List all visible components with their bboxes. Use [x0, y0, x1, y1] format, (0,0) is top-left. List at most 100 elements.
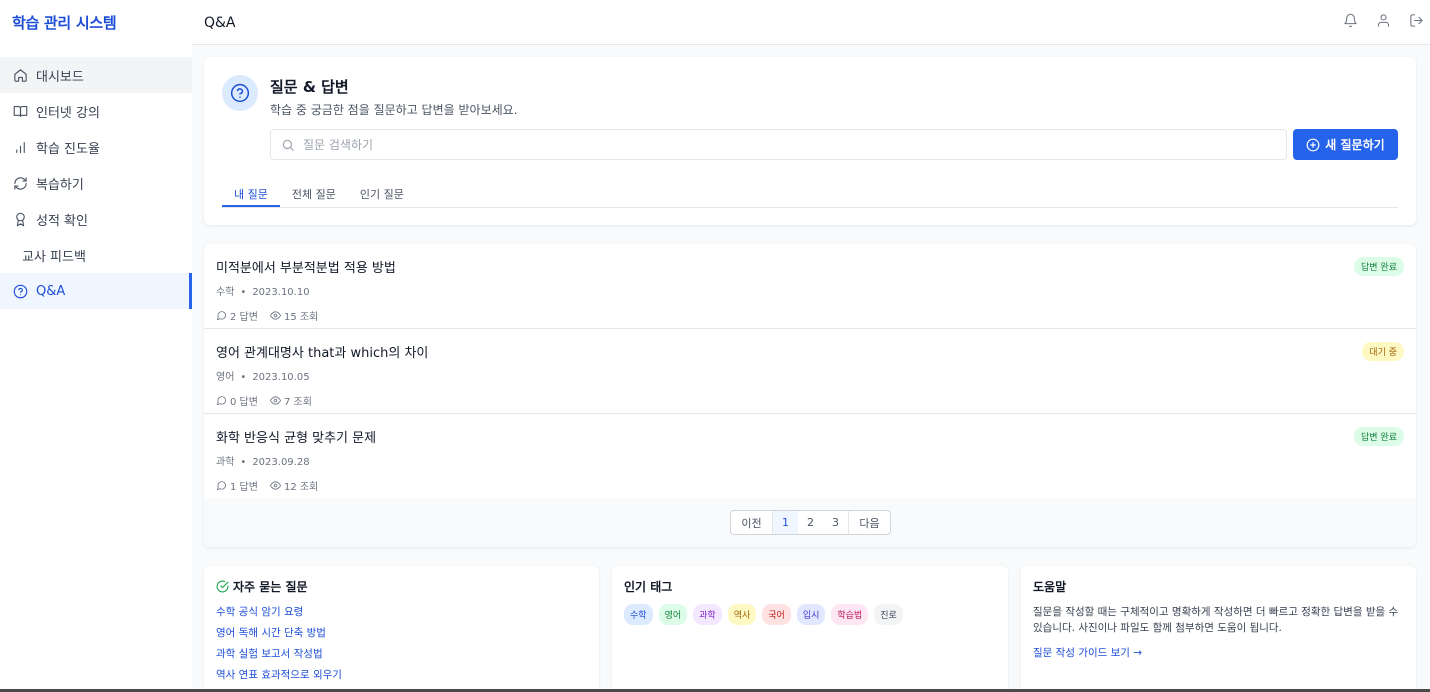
eye-icon: [269, 481, 281, 490]
tag-chip[interactable]: 영어: [658, 604, 688, 625]
bar-chart-icon: [12, 139, 28, 155]
search-box: [270, 129, 1287, 160]
logout-icon[interactable]: [1409, 13, 1424, 32]
page-button-2[interactable]: 2: [798, 511, 823, 534]
question-item[interactable]: 영어 관계대명사 that과 which의 차이 영어 • 2023.10.05 0…: [204, 329, 1416, 414]
view-count: 7 조회: [283, 397, 312, 408]
popular-tags-card: 인기 태그 수학 영어 과학 역사 국어 입시 학습법 진로: [612, 566, 1008, 692]
tag-chip[interactable]: 과학: [693, 604, 722, 625]
answer-count: 2 답변: [230, 312, 258, 323]
faq-link[interactable]: 영어 독해 시간 단축 방법: [216, 625, 342, 646]
faq-title: 자주 묻는 질문: [216, 578, 308, 595]
search-input[interactable]: [303, 137, 1203, 152]
question-date: 2023.10.10: [252, 287, 310, 298]
eye-icon: [269, 396, 281, 405]
faq-link[interactable]: 역사 연표 효과적으로 외우기: [216, 667, 342, 688]
new-question-label: 새 질문하기: [1325, 138, 1385, 152]
question-stats: 0 답변 7 조회: [216, 393, 1404, 408]
help-card: 도움말 질문을 작성할 때는 구체적이고 명확하게 작성하면 더 빠르고 정확한…: [1021, 566, 1416, 692]
section-subtitle: 학습 중 궁금한 점을 질문하고 답변을 받아보세요.: [270, 103, 518, 117]
sidebar-item-grades[interactable]: 성적 확인: [0, 201, 192, 237]
question-list: 미적분에서 부분적분법 적용 방법 수학 • 2023.10.10 2 답변 15 …: [204, 244, 1416, 547]
check-circle-icon: [216, 580, 229, 593]
sidebar-item-label: 교사 피드백: [22, 249, 86, 265]
faq-list: 수학 공식 암기 요령 영어 독해 시간 단축 방법 과학 실험 보고서 작성법…: [216, 604, 342, 688]
question-item[interactable]: 화학 반응식 균형 맞추기 문제 과학 • 2023.09.28 1 답변 12 조…: [204, 414, 1416, 499]
top-header: Q&A: [192, 0, 1430, 45]
pagination-area: 이전 1 2 3 다음: [204, 498, 1416, 547]
tab-all-questions[interactable]: 전체 질문: [280, 177, 348, 207]
faq-title-text: 자주 묻는 질문: [233, 580, 308, 594]
award-icon: [12, 211, 28, 227]
question-meta: 수학 • 2023.10.10: [216, 287, 310, 298]
status-badge: 답변 완료: [1354, 257, 1404, 276]
question-date: 2023.10.05: [252, 372, 310, 383]
tag-chip[interactable]: 수학: [624, 604, 653, 625]
answer-count: 0 답변: [230, 397, 258, 408]
question-meta: 영어 • 2023.10.05: [216, 372, 310, 383]
tag-chip[interactable]: 진로: [874, 604, 903, 625]
tab-my-questions[interactable]: 내 질문: [222, 177, 280, 207]
user-icon[interactable]: [1376, 13, 1391, 32]
question-subject: 영어: [216, 372, 235, 383]
help-circle-icon: [222, 75, 258, 111]
status-badge: 답변 완료: [1354, 427, 1404, 446]
new-question-button[interactable]: 새 질문하기: [1293, 129, 1398, 160]
comment-icon: [216, 311, 227, 321]
tag-list: 수학 영어 과학 역사 국어 입시 학습법 진로: [624, 604, 903, 625]
next-page-button[interactable]: 다음: [848, 511, 890, 534]
sidebar-item-teacher-feedback[interactable]: 교사 피드백: [0, 237, 192, 273]
sidebar-item-lectures[interactable]: 인터넷 강의: [0, 93, 192, 129]
sidebar-item-dashboard[interactable]: 대시보드: [0, 57, 192, 93]
eye-icon: [269, 311, 281, 320]
status-badge: 대기 중: [1362, 342, 1404, 361]
answer-count: 1 답변: [230, 482, 258, 493]
sidebar-item-progress[interactable]: 학습 진도율: [0, 129, 192, 165]
question-title[interactable]: 영어 관계대명사 that과 which의 차이: [216, 342, 1404, 361]
question-subject: 수학: [216, 287, 235, 298]
refresh-icon: [12, 175, 28, 191]
comment-icon: [216, 396, 227, 406]
question-item[interactable]: 미적분에서 부분적분법 적용 방법 수학 • 2023.10.10 2 답변 15 …: [204, 244, 1416, 329]
tag-chip[interactable]: 국어: [762, 604, 791, 625]
question-stats: 1 답변 12 조회: [216, 478, 1404, 493]
sidebar-nav: 대시보드 인터넷 강의 학습 진도율 복습하기 성적 확인 교사 피드백 Q&A: [0, 57, 192, 309]
view-count: 15 조회: [283, 312, 319, 323]
tag-chip[interactable]: 입시: [796, 604, 826, 625]
sidebar-item-label: 대시보드: [36, 69, 84, 85]
sidebar-item-label: 성적 확인: [36, 213, 88, 229]
book-icon: [12, 103, 28, 119]
page-button-3[interactable]: 3: [823, 511, 848, 534]
sidebar-item-label: 복습하기: [36, 177, 84, 193]
tab-popular-questions[interactable]: 인기 질문: [348, 177, 416, 207]
prev-page-button[interactable]: 이전: [731, 511, 773, 534]
question-title[interactable]: 미적분에서 부분적분법 적용 방법: [216, 257, 1404, 276]
tags-title: 인기 태그: [624, 580, 673, 594]
tag-chip[interactable]: 역사: [727, 604, 757, 625]
pagination: 이전 1 2 3 다음: [730, 510, 891, 535]
section-title: 질문 & 답변: [270, 78, 349, 96]
help-title: 도움말: [1033, 580, 1067, 594]
sidebar: 학습 관리 시스템 대시보드 인터넷 강의 학습 진도율 복습하기 성적 확인 …: [0, 0, 192, 692]
faq-link[interactable]: 과학 실험 보고서 작성법: [216, 646, 342, 667]
question-stats: 2 답변 15 조회: [216, 308, 1404, 323]
bell-icon[interactable]: [1343, 13, 1358, 32]
faq-link[interactable]: 수학 공식 암기 요령: [216, 604, 342, 625]
sidebar-item-label: 학습 진도율: [36, 141, 100, 157]
sidebar-item-review[interactable]: 복습하기: [0, 165, 192, 201]
question-title[interactable]: 화학 반응식 균형 맞추기 문제: [216, 427, 1404, 446]
guide-link[interactable]: 질문 작성 가이드 보기 →: [1033, 645, 1142, 660]
search-icon: [282, 139, 294, 151]
help-text: 질문을 작성할 때는 구체적이고 명확하게 작성하면 더 빠르고 정확한 답변을…: [1033, 606, 1399, 634]
home-icon: [12, 67, 28, 83]
app-title[interactable]: 학습 관리 시스템: [0, 0, 192, 45]
qna-hero-card: 질문 & 답변 학습 중 궁금한 점을 질문하고 답변을 받아보세요. 새 질문…: [204, 57, 1416, 225]
sidebar-item-label: Q&A: [36, 283, 66, 299]
help-circle-icon: [12, 283, 28, 299]
tag-chip[interactable]: 학습법: [831, 604, 869, 625]
question-subject: 과학: [216, 457, 235, 468]
sidebar-item-qna[interactable]: Q&A: [0, 273, 192, 309]
page-title: Q&A: [204, 15, 236, 31]
question-meta: 과학 • 2023.09.28: [216, 457, 310, 468]
page-button-1[interactable]: 1: [773, 511, 798, 534]
